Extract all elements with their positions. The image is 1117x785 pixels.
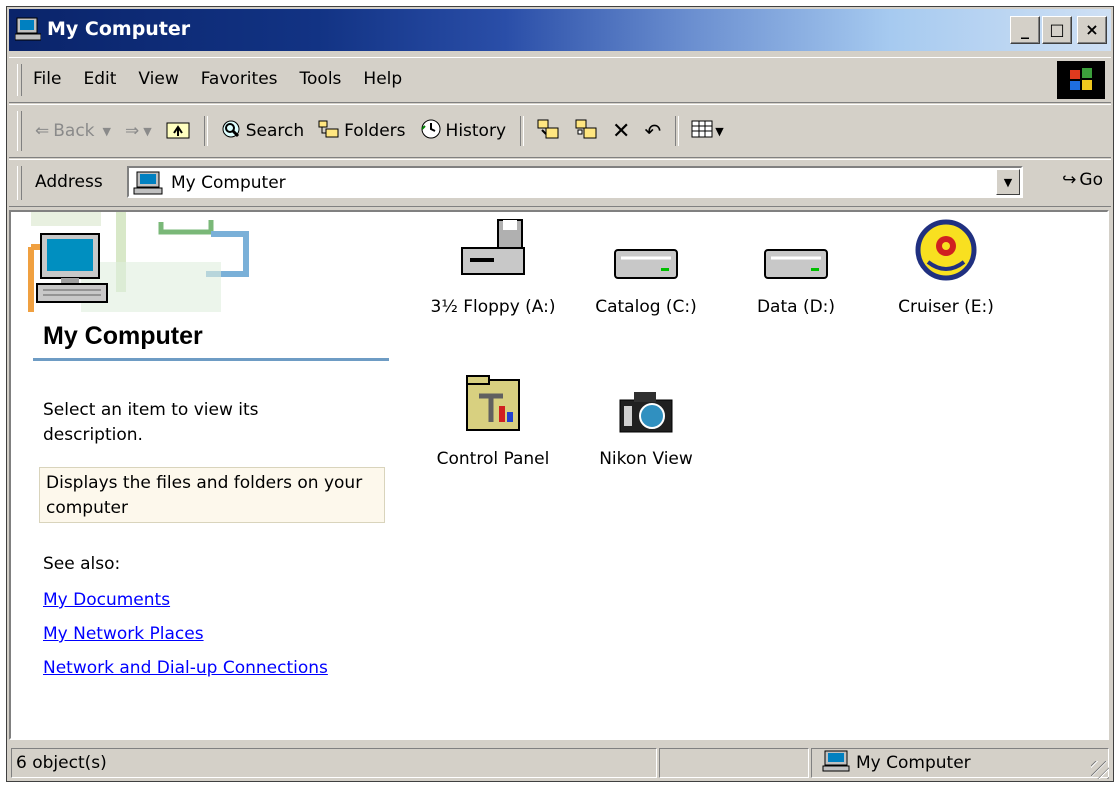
views-button[interactable]: ▼: [691, 119, 724, 144]
up-folder-button[interactable]: [166, 119, 190, 144]
move-to-icon: [536, 118, 560, 145]
forward-button[interactable]: ⇒ ▼: [125, 121, 152, 141]
menu-favorites[interactable]: Favorites: [201, 69, 278, 89]
go-arrow-icon: ↪: [1062, 170, 1077, 190]
camera-icon: [576, 370, 716, 434]
menu-tools[interactable]: Tools: [300, 69, 342, 89]
status-bar: 6 object(s) My Computer: [9, 746, 1111, 781]
windows-logo-icon: [1057, 61, 1105, 99]
search-label: Search: [245, 121, 305, 141]
see-also-label: See also:: [43, 554, 121, 574]
item-drive-e[interactable]: Cruiser (E:): [876, 218, 1016, 319]
menu-help[interactable]: Help: [363, 69, 402, 89]
search-icon: [220, 118, 242, 145]
content-pane: My Computer Select an item to view its d…: [9, 210, 1109, 740]
views-dropdown-icon: ▼: [715, 124, 724, 138]
item-control-panel[interactable]: Control Panel: [423, 370, 563, 471]
go-label: Go: [1079, 170, 1103, 190]
description-prompt: Select an item to view its description.: [43, 400, 259, 445]
my-computer-icon: [822, 750, 850, 777]
delete-icon: ✕: [612, 118, 631, 144]
delete-button[interactable]: ✕: [612, 119, 630, 144]
resize-grip[interactable]: [1091, 761, 1109, 779]
item-nikon-view[interactable]: Nikon View: [576, 370, 716, 471]
back-dropdown-icon[interactable]: ▼: [103, 125, 111, 138]
status-zone-label: My Computer: [856, 753, 971, 773]
standard-toolbar: ⇐ Back ▼ ⇒ ▼ Search Folders History ✕ ↶ …: [9, 104, 1111, 158]
item-drive-d[interactable]: Data (D:): [726, 218, 866, 319]
my-computer-large-icon: [33, 228, 113, 313]
history-button[interactable]: History: [420, 118, 506, 145]
item-label: Nikon View: [599, 449, 693, 469]
maximize-button[interactable]: □: [1042, 16, 1072, 44]
go-button[interactable]: ↪ Go: [1062, 170, 1103, 190]
item-label: Catalog (C:): [595, 297, 697, 317]
menu-grip[interactable]: [17, 64, 22, 96]
address-input[interactable]: My Computer ▼: [127, 166, 1023, 198]
my-computer-icon: [14, 17, 42, 46]
hard-drive-icon: [726, 218, 866, 282]
item-label: Cruiser (E:): [898, 297, 994, 317]
address-bar: Address My Computer ▼ ↪ Go: [9, 159, 1111, 207]
address-label: Address: [35, 172, 103, 192]
history-icon: [420, 118, 442, 145]
item-label: 3½ Floppy (A:): [430, 297, 556, 317]
toolbar-separator: [203, 116, 208, 146]
forward-arrow-icon: ⇒: [125, 121, 140, 141]
heading-divider: [33, 358, 389, 361]
folders-icon: [318, 119, 340, 144]
up-folder-icon: [166, 119, 190, 144]
floppy-drive-icon: [423, 218, 563, 282]
item-label: Control Panel: [436, 449, 550, 469]
forward-dropdown-icon[interactable]: ▼: [143, 125, 151, 138]
menu-file[interactable]: File: [33, 69, 61, 89]
folders-button[interactable]: Folders: [318, 119, 406, 144]
item-drive-c[interactable]: Catalog (C:): [576, 218, 716, 319]
copy-to-icon: [574, 118, 598, 145]
link-network-dialup[interactable]: Network and Dial-up Connections: [43, 658, 328, 678]
move-to-button[interactable]: [536, 118, 560, 145]
search-button[interactable]: Search: [220, 118, 304, 145]
close-button[interactable]: ×: [1077, 16, 1107, 44]
explorer-window: My Computer _ □ × File Edit View Favorit…: [6, 6, 1114, 782]
menu-view[interactable]: View: [138, 69, 178, 89]
link-my-network-places[interactable]: My Network Places: [43, 624, 204, 644]
status-zone: My Computer: [811, 748, 1109, 778]
copy-to-button[interactable]: [574, 118, 598, 145]
toolbar-separator: [675, 116, 680, 146]
my-computer-icon: [133, 171, 163, 200]
toolbar-separator: [520, 116, 525, 146]
address-dropdown-button[interactable]: ▼: [996, 169, 1020, 195]
title-bar[interactable]: My Computer _ □ ×: [9, 9, 1111, 51]
toolbar-grip[interactable]: [17, 111, 22, 151]
hard-drive-icon: [576, 218, 716, 282]
cd-drive-icon: [876, 218, 1016, 282]
window-title: My Computer: [47, 18, 191, 40]
info-box: Displays the files and folders on your c…: [39, 467, 385, 523]
address-value: My Computer: [171, 173, 286, 193]
undo-button[interactable]: ↶: [644, 119, 661, 143]
minimize-button[interactable]: _: [1010, 16, 1040, 44]
menu-edit[interactable]: Edit: [83, 69, 116, 89]
address-grip[interactable]: [17, 166, 22, 200]
menu-bar: File Edit View Favorites Tools Help: [9, 57, 1111, 103]
status-object-count: 6 object(s): [11, 748, 657, 778]
link-my-documents[interactable]: My Documents: [43, 590, 170, 610]
item-label: Data (D:): [756, 297, 836, 317]
folders-label: Folders: [344, 121, 406, 141]
control-panel-icon: [423, 370, 563, 434]
back-label: Back: [53, 121, 95, 141]
status-empty-pane: [659, 748, 809, 778]
views-icon: [691, 119, 713, 144]
back-button[interactable]: ⇐ Back ▼: [35, 121, 111, 141]
item-floppy[interactable]: 3½ Floppy (A:): [423, 218, 563, 319]
page-title: My Computer: [43, 322, 203, 350]
back-arrow-icon: ⇐: [35, 121, 50, 141]
undo-icon: ↶: [644, 119, 662, 143]
history-label: History: [445, 121, 507, 141]
